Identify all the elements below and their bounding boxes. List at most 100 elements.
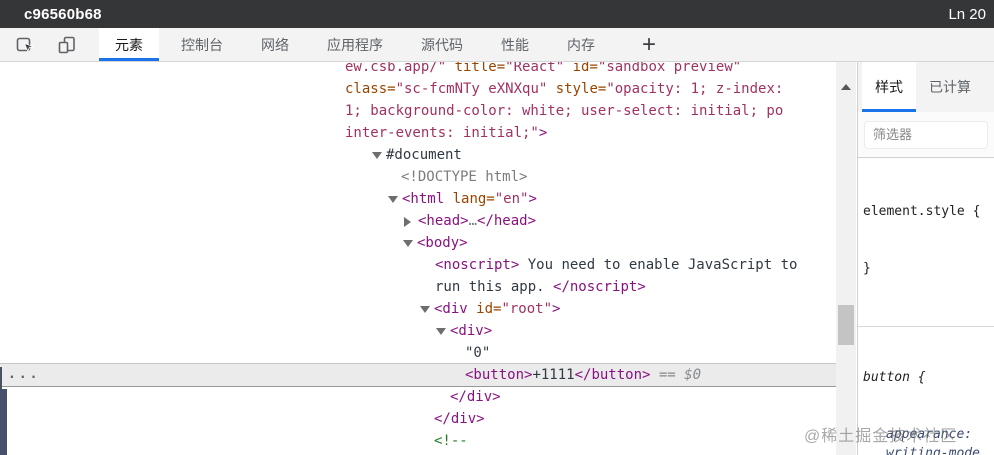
tab-元素[interactable]: 元素 <box>99 28 159 61</box>
dom-tree-row[interactable]: <!-- <box>0 430 836 452</box>
dom-tree-row[interactable]: class="sc-fcmNTy eXNXqu" style="opacity:… <box>0 78 836 100</box>
code-token-tag: <html <box>402 191 445 207</box>
toolbar-icons <box>0 28 78 61</box>
collapse-arrow-icon[interactable] <box>388 196 398 203</box>
elements-panel: ew.csb.app/" title="React" id="sandbox p… <box>0 62 836 455</box>
device-toolbar-icon[interactable] <box>56 34 78 56</box>
collapse-arrow-icon[interactable] <box>372 152 382 159</box>
scrollbar-thumb[interactable] <box>838 305 854 345</box>
dom-tree: ew.csb.app/" title="React" id="sandbox p… <box>0 62 836 452</box>
code-token-attr: title= <box>454 62 506 75</box>
code-token-tag: > <box>552 301 561 317</box>
scroll-up-arrow-icon[interactable] <box>841 84 851 90</box>
elements-scrollbar[interactable] <box>836 62 856 455</box>
code-token-comment: <!-- <box>434 433 468 449</box>
tab-源代码[interactable]: 源代码 <box>405 28 479 61</box>
dom-tree-row[interactable]: "0" <box>0 342 836 364</box>
inspect-icon[interactable] <box>14 34 36 56</box>
page-edge-strip <box>0 367 2 389</box>
code-token-tag: </head> <box>477 213 537 229</box>
code-token-val: "React" <box>505 62 573 75</box>
dom-tree-row[interactable]: #document <box>0 144 836 166</box>
styles-sidebar-tabs: 样式 已计算 <box>858 62 994 112</box>
dom-tree-row[interactable]: <div id="root"> <box>0 298 836 320</box>
tab-应用程序[interactable]: 应用程序 <box>311 28 399 61</box>
code-token-tag: > <box>538 125 548 141</box>
element-style-close-brace: } <box>863 261 871 276</box>
code-token-val: "root" <box>501 301 553 317</box>
code-token-attr: lang= <box>452 191 495 207</box>
button-rule-selector[interactable]: button { <box>863 368 994 387</box>
dom-tree-row[interactable]: <div> <box>0 320 836 342</box>
code-token-attr: class= <box>345 81 396 97</box>
collapse-arrow-icon[interactable] <box>420 306 430 313</box>
tab-内存[interactable]: 内存 <box>551 28 611 61</box>
code-token-val: "en" <box>494 191 529 207</box>
code-token-tag: <noscript> <box>435 257 520 273</box>
code-token-tag: </div> <box>434 411 485 427</box>
code-token-tag: <div <box>434 301 468 317</box>
dom-tree-row[interactable]: <!DOCTYPE html> <box>0 166 836 188</box>
dom-tree-row[interactable]: </div> <box>0 408 836 430</box>
dom-tree-row[interactable]: inter-events: initial;"> <box>0 122 836 144</box>
styles-tab-已计算[interactable]: 已计算 <box>916 62 984 112</box>
dom-tree-row[interactable]: 1; background-color: white; user-select:… <box>0 100 836 122</box>
element-style-selector[interactable]: element.style { <box>863 202 994 221</box>
code-token-val: 1; background-color: white; user-select:… <box>345 103 784 119</box>
devtools-titlebar: c96560b68 Ln 20 <box>0 0 994 28</box>
dom-tree-row[interactable]: <html lang="en"> <box>0 188 836 210</box>
dom-tree-row[interactable]: <noscript> You need to enable JavaScript… <box>0 254 836 276</box>
code-token-tag: > <box>528 191 537 207</box>
code-token-tag: <body> <box>417 235 468 251</box>
more-tools-plus-icon[interactable]: + <box>628 28 670 61</box>
code-token-tag: </div> <box>450 389 501 405</box>
code-token-attr: style= <box>555 81 607 97</box>
code-token-tag: </button> <box>574 367 651 383</box>
code-token-plain: "0" <box>465 345 491 361</box>
code-token-tag: <head> <box>418 213 469 229</box>
dom-tree-row-selected[interactable]: ... <button>+1111</button> == $0 <box>0 364 836 386</box>
code-token-val: ew.csb.app/" <box>345 62 455 75</box>
code-token-attr: id= <box>476 301 502 317</box>
styles-tab-样式[interactable]: 样式 <box>862 62 916 112</box>
tab-控制台[interactable]: 控制台 <box>165 28 239 61</box>
code-token-plain: +1111 <box>532 367 575 383</box>
element-style-rule[interactable]: element.style { } <box>858 158 994 327</box>
panel-tabs: 元素 控制台 网络 应用程序 源代码 性能 内存 <box>96 28 614 61</box>
code-token-plain: #document <box>386 147 462 163</box>
code-token-val: inter-events: initial;" <box>345 125 539 141</box>
line-column-indicator: Ln 20 <box>948 5 986 23</box>
dom-tree-row[interactable]: <body> <box>0 232 836 254</box>
dom-tree-row[interactable]: ew.csb.app/" title="React" id="sandbox p… <box>0 62 836 78</box>
styles-filter-row: 筛选器 <box>858 112 994 158</box>
dom-tree-row[interactable]: <head>…</head> <box>0 210 836 232</box>
dom-tree-row[interactable]: run this app. </noscript> <box>0 276 836 298</box>
code-token-gray: … <box>468 213 478 229</box>
collapse-arrow-icon[interactable] <box>436 328 446 335</box>
styles-sidebar: 样式 已计算 筛选器 element.style { } button { app… <box>857 62 994 455</box>
code-token-attr: id= <box>572 62 598 75</box>
watermark: @稀土掘金技术社区 <box>804 428 958 445</box>
collapse-arrow-icon[interactable] <box>403 240 413 247</box>
devtools-tab-bar: 元素 控制台 网络 应用程序 源代码 性能 内存 + <box>0 28 994 62</box>
code-token-plain: You need to enable JavaScript to <box>519 257 798 273</box>
code-token-val: "sc-fcmNTy eXNXqu" <box>395 81 548 97</box>
code-token-tag: <button> <box>465 367 533 383</box>
expand-arrow-icon[interactable] <box>404 217 411 227</box>
code-token-val: "opacity: 1; z-index: <box>606 81 784 97</box>
tab-网络[interactable]: 网络 <box>245 28 305 61</box>
styles-filter-input[interactable]: 筛选器 <box>864 121 988 149</box>
devtools-window: c96560b68 Ln 20 元素 控制台 网络 应用程序 源代码 性能 内存 + ew.… <box>0 0 994 455</box>
code-token-gray: <!DOCTYPE html> <box>401 169 528 185</box>
page-title: c96560b68 <box>24 5 102 23</box>
code-token-tag: <div> <box>450 323 493 339</box>
code-token-val: "sandbox preview" <box>597 62 742 75</box>
dom-tree-row[interactable]: </div> <box>0 386 836 408</box>
tab-性能[interactable]: 性能 <box>485 28 545 61</box>
selected-row-dots[interactable]: ... <box>8 364 40 386</box>
code-token-tag: </noscript> <box>553 279 646 295</box>
page-edge-strip <box>0 389 7 455</box>
